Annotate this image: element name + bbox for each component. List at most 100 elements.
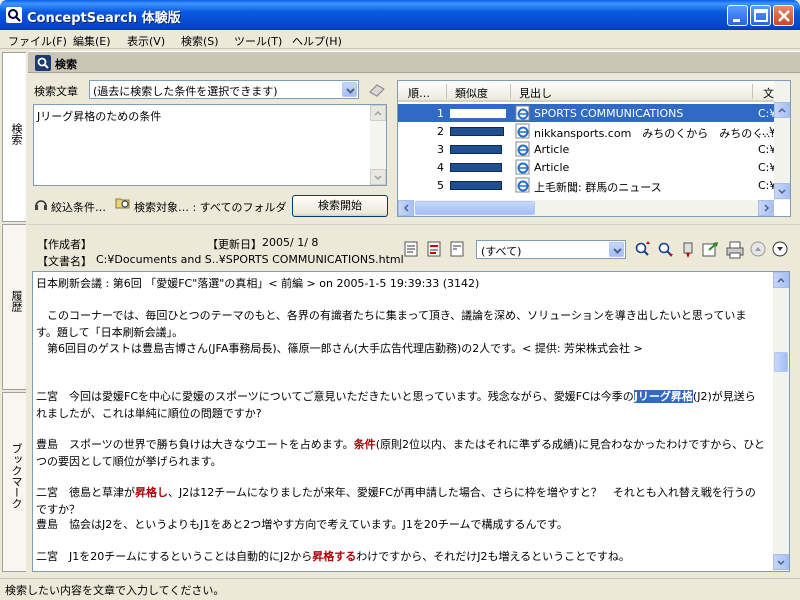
result-row[interactable]: 4 Article C:¥ xyxy=(398,158,790,176)
scroll-up-button[interactable] xyxy=(774,102,790,118)
scroll-up-button[interactable] xyxy=(773,272,789,288)
results-list[interactable]: 順… 類似度 見出し 文 1 SPORTS COMMUNICATIONS C:¥ 2 n… xyxy=(397,80,791,217)
print-icon[interactable] xyxy=(726,241,744,259)
result-rank: 1 xyxy=(437,107,444,120)
doc-text: 二宮 徳島と草津が xyxy=(36,486,135,499)
folder-search-icon xyxy=(115,198,130,209)
eraser-icon[interactable] xyxy=(368,82,386,98)
vscroll-thumb[interactable] xyxy=(774,352,788,372)
html-document-icon xyxy=(515,177,530,193)
updated-value: 2005/ 1/ 8 xyxy=(262,236,319,249)
menu-view[interactable]: 表示(V) xyxy=(127,33,165,49)
doc-paragraph: このコーナーでは、毎回ひとつのテーマのもと、各界の有識者たちに集まって頂き、議論… xyxy=(36,309,747,339)
result-row[interactable]: 2 nikkansports.com みちのくから みちのく… …¥ xyxy=(398,122,790,140)
view-text-icon[interactable] xyxy=(403,241,419,257)
title-bar: ConceptSearch 体験版 xyxy=(0,0,800,30)
html-document-icon xyxy=(515,141,530,157)
result-rank: 2 xyxy=(437,125,444,138)
tab-search-label: 検索 xyxy=(10,123,23,145)
results-vscrollbar[interactable] xyxy=(774,81,790,200)
docname-value: C:¥Documents and S..¥SPORTS COMMUNICATIO… xyxy=(96,253,404,266)
result-row[interactable]: 3 Article C:¥ xyxy=(398,140,790,158)
doc-text: 二宮 J1を20チームにするということは自動的にJ2から xyxy=(36,550,313,563)
doc-paragraph: 二宮 徳島と草津が昇格し、J2は12チームになりましたが来年、愛媛FCが再申請し… xyxy=(36,484,766,518)
similarity-bar xyxy=(450,163,502,172)
menu-help[interactable]: ヘルプ(H) xyxy=(292,33,342,49)
col-separator[interactable] xyxy=(752,84,753,99)
doc-text: 二宮 今回は愛媛FCを中心に愛媛のスポーツについてご意見いただきたいと思っていま… xyxy=(36,390,634,403)
find-prev-icon[interactable] xyxy=(634,241,652,259)
col-doc[interactable]: 文 xyxy=(763,85,774,101)
search-history-dropdown[interactable]: (過去に検索した条件を選択できます) xyxy=(89,80,359,99)
col-similarity[interactable]: 類似度 xyxy=(455,85,488,101)
side-tab-strip: 検索 履歴 ブックマーク xyxy=(0,50,28,578)
col-headline[interactable]: 見出し xyxy=(519,85,552,101)
find-next-icon[interactable] xyxy=(657,241,675,259)
result-headline: 上毛新聞: 群馬のニュース xyxy=(534,181,662,194)
col-separator[interactable] xyxy=(510,84,511,99)
col-rank[interactable]: 順… xyxy=(408,85,430,101)
scroll-down-button[interactable] xyxy=(774,183,790,199)
scroll-left-button[interactable] xyxy=(398,200,414,216)
tab-search[interactable]: 検索 xyxy=(2,52,26,222)
result-row[interactable]: 5 上毛新聞: 群馬のニュース C:¥ xyxy=(398,176,790,194)
scroll-up-button[interactable] xyxy=(370,105,386,121)
scroll-down-button[interactable] xyxy=(370,169,386,185)
scroll-right-button[interactable] xyxy=(758,200,774,216)
chevron-down-icon[interactable] xyxy=(609,242,624,257)
result-headline: nikkansports.com みちのくから みちのく… xyxy=(534,127,775,140)
status-bar: 検索したい内容を文章で入力してください。 xyxy=(0,578,800,600)
col-separator[interactable] xyxy=(446,84,447,99)
document-vscrollbar[interactable] xyxy=(773,272,789,571)
minimize-button[interactable] xyxy=(727,5,748,26)
html-document-icon xyxy=(515,123,530,139)
similarity-bar xyxy=(450,127,504,136)
maximize-button[interactable] xyxy=(750,5,771,26)
doc-paragraph: 豊島 協会はJ2を、というよりもJ1をあと2つ増やす方向で考えています。J1を2… xyxy=(36,518,568,531)
query-scrollbar[interactable] xyxy=(370,105,386,185)
tab-bookmark[interactable]: ブックマーク xyxy=(2,392,26,572)
chevron-down-icon[interactable] xyxy=(342,82,357,97)
view-summary-icon[interactable] xyxy=(449,241,465,257)
doc-paragraph: 二宮 今回は愛媛FCを中心に愛媛のスポーツについてご意見いただきたいと思っていま… xyxy=(36,388,766,422)
docname-label: 【文書名】 xyxy=(37,255,92,268)
results-hscrollbar[interactable] xyxy=(398,200,774,216)
view-highlight-icon[interactable] xyxy=(426,241,442,257)
export-icon[interactable] xyxy=(702,241,720,259)
search-hit-highlight: Jリーグ昇格 xyxy=(633,390,693,403)
doc-text: 豊島 スポーツの世界で勝ち負けは大きなウエートを占めます。 xyxy=(36,438,354,451)
hscroll-thumb[interactable] xyxy=(415,201,535,215)
headphones-icon xyxy=(35,200,47,210)
search-query-text: Jリーグ昇格のための条件 xyxy=(37,110,162,123)
updated-label: 【更新日】 xyxy=(207,238,262,251)
html-document-icon xyxy=(515,105,530,121)
result-rank: 3 xyxy=(437,143,444,156)
pane-splitter[interactable] xyxy=(28,224,800,230)
scroll-down-circle-icon[interactable] xyxy=(772,241,788,257)
menu-search[interactable]: 検索(S) xyxy=(181,33,219,49)
result-headline: Article xyxy=(534,143,570,156)
keyword-highlight: 昇格する xyxy=(312,550,357,563)
search-query-textarea[interactable]: Jリーグ昇格のための条件 xyxy=(33,104,387,186)
results-header: 順… 類似度 見出し 文 xyxy=(398,81,790,102)
html-document-icon xyxy=(515,159,530,175)
start-search-button[interactable]: 検索開始 xyxy=(292,195,388,217)
tab-history-label: 履歴 xyxy=(10,290,23,312)
result-row[interactable]: 1 SPORTS COMMUNICATIONS C:¥ xyxy=(398,104,790,122)
scroll-up-circle-icon[interactable] xyxy=(750,241,766,257)
window-title: ConceptSearch 体験版 xyxy=(27,11,181,26)
close-button[interactable] xyxy=(773,5,794,26)
scroll-down-button[interactable] xyxy=(773,554,789,570)
doc-text: わけですから、それだけJ2も増えるということですね。 xyxy=(356,550,630,563)
search-target-link[interactable]: 検索対象… : すべてのフォルダ xyxy=(134,199,287,215)
narrow-conditions-link[interactable]: 絞込条件… xyxy=(51,199,106,215)
highlight-filter-dropdown[interactable]: (すべて) xyxy=(476,240,626,259)
menu-edit[interactable]: 編集(E) xyxy=(73,33,111,49)
tab-history[interactable]: 履歴 xyxy=(2,224,26,390)
doc-paragraph: 二宮 J1を20チームにするということは自動的にJ2から昇格するわけですから、そ… xyxy=(36,548,766,565)
document-viewer[interactable]: 日本刷新会議 : 第6回 「愛媛FC"落選"の真相」< 前編 > on 2005… xyxy=(32,271,790,572)
menu-tools[interactable]: ツール(T) xyxy=(234,33,282,49)
similarity-bar xyxy=(450,145,502,154)
marker-icon[interactable] xyxy=(681,241,695,259)
menu-file[interactable]: ファイル(F) xyxy=(8,33,67,49)
